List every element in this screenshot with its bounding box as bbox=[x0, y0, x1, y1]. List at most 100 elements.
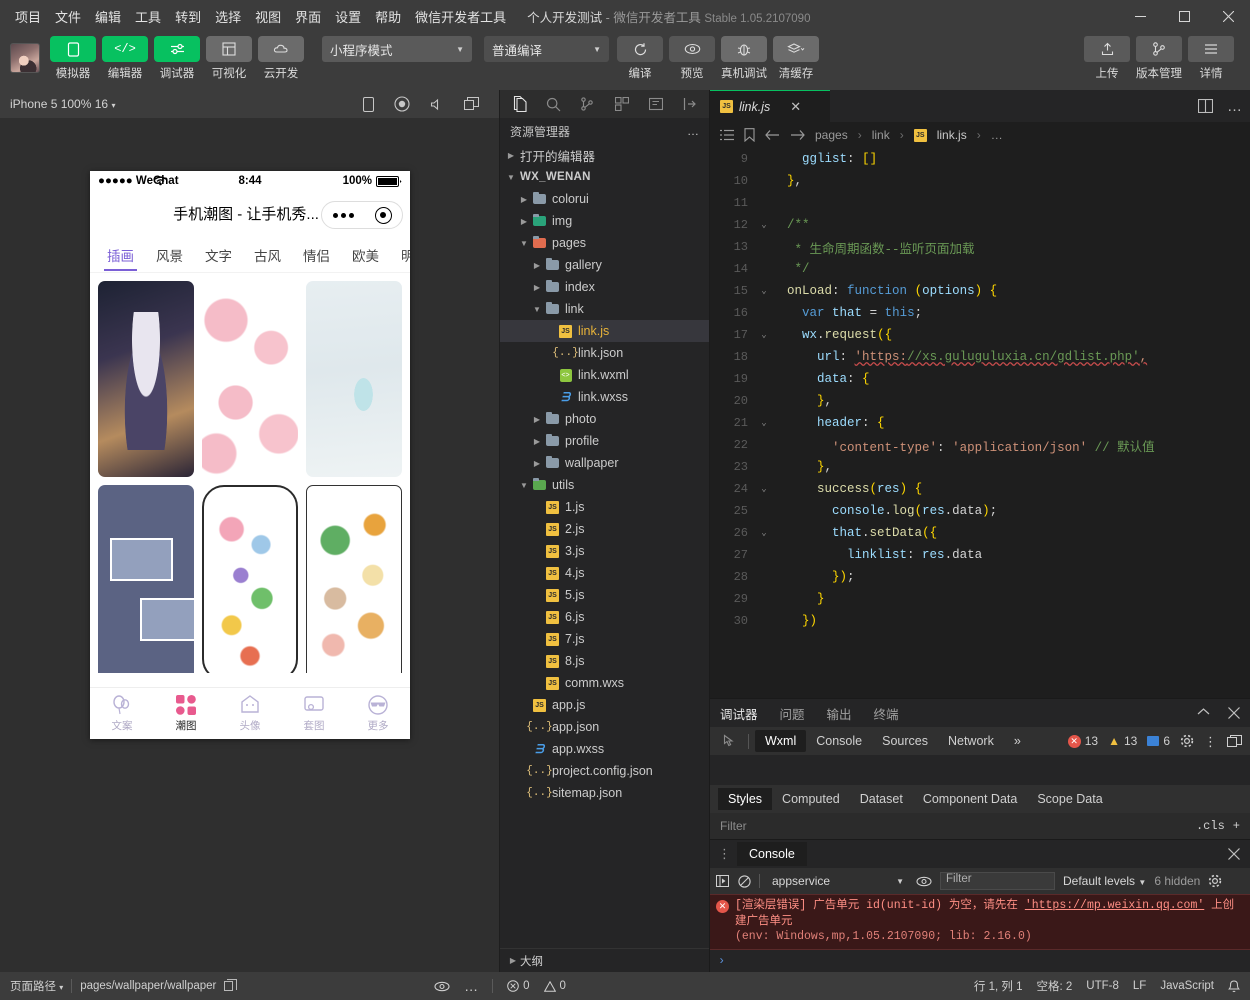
status-encoding[interactable]: UTF-8 bbox=[1086, 980, 1119, 992]
drag-dots-icon[interactable]: ⋮ bbox=[718, 846, 731, 862]
debugger-panel-tab-2[interactable]: 输出 bbox=[827, 699, 852, 727]
extensions-icon[interactable] bbox=[607, 91, 637, 117]
toolbar-button-editor[interactable]: </> 编辑器 bbox=[102, 36, 148, 81]
status-eol[interactable]: LF bbox=[1133, 980, 1146, 992]
forward-arrow-icon[interactable] bbox=[790, 129, 805, 141]
phone-category-tab-3[interactable]: 古风 bbox=[243, 241, 292, 272]
device-selector[interactable]: iPhone 5 100% 16 ▾ bbox=[10, 97, 115, 111]
record-icon[interactable] bbox=[394, 96, 410, 112]
devtools-tab-wxml[interactable]: Wxml bbox=[755, 730, 807, 753]
bell-icon[interactable] bbox=[1228, 979, 1240, 993]
fold-chevron-icon[interactable]: ⌄ bbox=[756, 330, 772, 340]
toolbar-button-version[interactable]: 版本管理 bbox=[1136, 36, 1182, 81]
eye-icon-status[interactable] bbox=[434, 981, 450, 992]
status-language[interactable]: JavaScript bbox=[1160, 980, 1214, 992]
toolbar-button-visual[interactable]: 可视化 bbox=[206, 36, 252, 81]
code-line[interactable]: 27 linklist: res.data bbox=[710, 544, 1250, 566]
file-tree-row[interactable]: ▼ pages bbox=[500, 232, 709, 254]
dock-icon[interactable] bbox=[1227, 734, 1242, 748]
file-tree-row[interactable]: ·JS 3.js bbox=[500, 540, 709, 562]
menu-item-2[interactable]: 编辑 bbox=[88, 3, 128, 30]
file-tree-row[interactable]: ▶ gallery bbox=[500, 254, 709, 276]
phone-category-tab-2[interactable]: 文字 bbox=[194, 241, 243, 272]
file-tree-row[interactable]: ·<> link.wxml bbox=[500, 364, 709, 386]
console-prompt[interactable]: › bbox=[710, 950, 1250, 972]
phone-category-tab-6[interactable]: 明星 bbox=[390, 241, 410, 272]
outline-list-icon[interactable] bbox=[720, 129, 734, 141]
menu-item-4[interactable]: 转到 bbox=[168, 3, 208, 30]
console-tab[interactable]: Console bbox=[737, 842, 807, 867]
page-path-selector[interactable]: 页面路径 ▾ bbox=[10, 978, 63, 994]
step-icon[interactable] bbox=[716, 875, 730, 888]
code-editor[interactable]: 9 gglist: [] 10 }, 11 12 ⌄ /** 13 * 生命周期函数--监… bbox=[710, 148, 1250, 699]
console-error-link[interactable]: 'https://mp.weixin.qq.com' bbox=[1025, 899, 1204, 912]
menu-item-0[interactable]: 项目 bbox=[8, 3, 48, 30]
thumbnail-anime-girl-wallpaper[interactable] bbox=[98, 281, 194, 477]
editor-tab-close-icon[interactable]: ✕ bbox=[790, 99, 801, 115]
fold-chevron-icon[interactable]: ⌄ bbox=[756, 528, 772, 538]
thumbnail-doodle-sticker-wallpaper[interactable] bbox=[202, 485, 298, 681]
toolbar-button-preview[interactable]: 预览 bbox=[669, 36, 715, 81]
device-rotate-icon[interactable] bbox=[363, 96, 374, 112]
menu-item-7[interactable]: 界面 bbox=[288, 3, 328, 30]
breadcrumb-item-pages[interactable]: pages bbox=[815, 128, 848, 142]
devtools-tab-console[interactable]: Console bbox=[806, 730, 872, 752]
more-icon-status[interactable]: … bbox=[464, 979, 478, 993]
phone-category-tab-0[interactable]: 插画 bbox=[96, 241, 145, 272]
chevron-right-icon[interactable]: ▶ bbox=[530, 415, 544, 424]
styles-tab-2[interactable]: Dataset bbox=[850, 788, 913, 810]
menu-item-6[interactable]: 视图 bbox=[248, 3, 288, 30]
file-tree-row[interactable]: ▼ utils bbox=[500, 474, 709, 496]
toolbar-button-remote-debug[interactable]: 真机调试 bbox=[721, 36, 767, 81]
file-tree-row[interactable]: ·{..}app.json bbox=[500, 716, 709, 738]
chevron-down-icon[interactable]: ▼ bbox=[517, 481, 531, 490]
gear-icon-devtools[interactable] bbox=[1180, 734, 1194, 748]
toolbar-button-debugger[interactable]: 调试器 bbox=[154, 36, 200, 81]
code-line[interactable]: 16 var that = this; bbox=[710, 302, 1250, 324]
toolbar-button-simulator[interactable]: 模拟器 bbox=[50, 36, 96, 81]
code-line[interactable]: 11 bbox=[710, 192, 1250, 214]
file-tree-row[interactable]: ▶ profile bbox=[500, 430, 709, 452]
breadcrumb-item-link[interactable]: link bbox=[872, 128, 890, 142]
debugger-panel-tab-0[interactable]: 调试器 bbox=[720, 699, 758, 728]
window-icon[interactable] bbox=[464, 97, 479, 111]
menu-item-10[interactable]: 微信开发者工具 bbox=[408, 3, 513, 30]
file-tree-row[interactable]: ·JS 7.js bbox=[500, 628, 709, 650]
file-tree-row[interactable]: ·JS link.js bbox=[500, 320, 709, 342]
status-error-group[interactable]: 0 bbox=[507, 980, 530, 992]
phone-category-tab-1[interactable]: 风景 bbox=[145, 241, 194, 272]
file-tree-row[interactable]: ·{..}project.config.json bbox=[500, 760, 709, 782]
bookmark-icon[interactable] bbox=[744, 128, 755, 142]
fold-chevron-icon[interactable]: ⌄ bbox=[756, 220, 772, 230]
code-line[interactable]: 17 ⌄ wx.request({ bbox=[710, 324, 1250, 346]
chevron-down-icon[interactable]: ▼ bbox=[530, 305, 544, 314]
file-tree-row[interactable]: ·{..}link.json bbox=[500, 342, 709, 364]
source-control-icon[interactable] bbox=[572, 91, 602, 117]
fold-chevron-icon[interactable]: ⌄ bbox=[756, 286, 772, 296]
debugger-panel-tab-1[interactable]: 问题 bbox=[780, 699, 805, 727]
compile-select[interactable]: 普通编译 ▼ bbox=[484, 36, 609, 62]
status-spaces[interactable]: 空格: 2 bbox=[1037, 978, 1073, 994]
toolbar-button-compile[interactable]: 编译 bbox=[617, 36, 663, 81]
styles-tab-4[interactable]: Scope Data bbox=[1027, 788, 1112, 810]
console-error-message[interactable]: ✕ [渲染层错误] 广告单元 id(unit-id) 为空，请先在 'https… bbox=[710, 894, 1250, 950]
split-editor-icon[interactable] bbox=[1198, 99, 1213, 113]
code-line[interactable]: 13 * 生命周期函数--监听页面加载 bbox=[710, 236, 1250, 258]
code-line[interactable]: 30 }) bbox=[710, 610, 1250, 632]
chevron-right-icon[interactable]: ▶ bbox=[530, 459, 544, 468]
file-tree-row[interactable]: ▶ 打开的编辑器 bbox=[500, 144, 709, 166]
phone-category-tab-5[interactable]: 欧美 bbox=[341, 241, 390, 272]
explorer-more-icon[interactable]: … bbox=[687, 124, 699, 138]
file-tree-row[interactable]: ·JS 6.js bbox=[500, 606, 709, 628]
toolbar-button-clear-cache[interactable]: 清缓存 bbox=[773, 36, 819, 81]
code-line[interactable]: 22 'content-type': 'application/json' //… bbox=[710, 434, 1250, 456]
minimize-button[interactable] bbox=[1118, 0, 1162, 32]
toolbar-button-upload[interactable]: 上传 bbox=[1084, 36, 1130, 81]
menu-item-5[interactable]: 选择 bbox=[208, 3, 248, 30]
phone-tabbar-item-2[interactable]: 头像 bbox=[218, 694, 282, 733]
chevron-right-icon[interactable]: ▶ bbox=[504, 151, 518, 160]
close-icon-debugger[interactable] bbox=[1228, 707, 1240, 720]
chevron-down-icon[interactable]: ▼ bbox=[504, 173, 518, 182]
toolbar-button-cloud[interactable]: 云开发 bbox=[258, 36, 304, 81]
notes-icon[interactable] bbox=[641, 91, 671, 117]
